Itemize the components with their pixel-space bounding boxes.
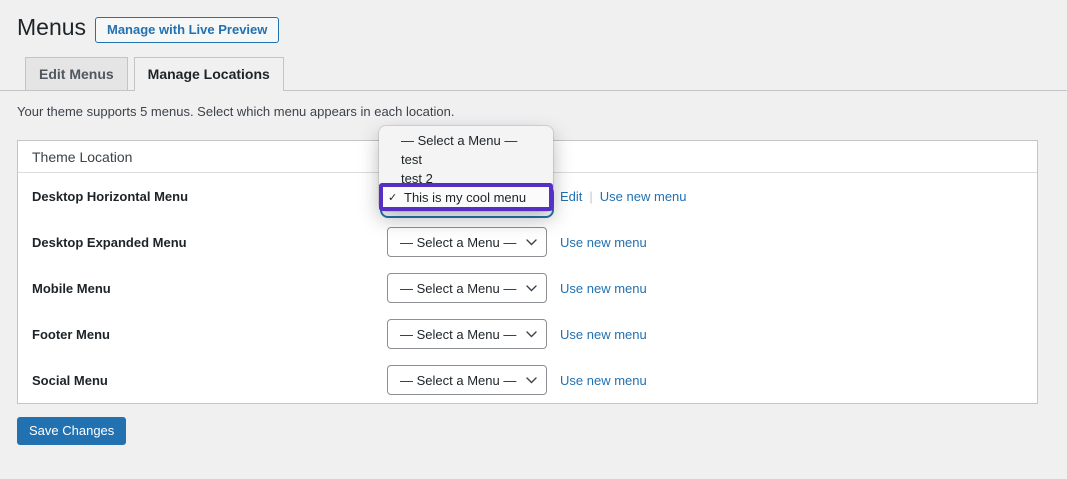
use-new-menu-link[interactable]: Use new menu: [560, 327, 647, 342]
menu-select[interactable]: — Select a Menu —: [387, 319, 547, 349]
checkmark-icon: ✓: [388, 191, 401, 204]
table-row: Desktop Horizontal Menu — Select a Menu …: [18, 173, 1037, 219]
menu-select[interactable]: — Select a Menu —: [387, 227, 547, 257]
chevron-down-icon: [526, 285, 537, 292]
menu-select[interactable]: — Select a Menu —: [387, 365, 547, 395]
select-value: — Select a Menu —: [400, 281, 516, 296]
use-new-menu-link[interactable]: Use new menu: [560, 373, 647, 388]
use-new-menu-link[interactable]: Use new menu: [560, 281, 647, 296]
location-label: Desktop Expanded Menu: [32, 235, 387, 250]
location-label: Social Menu: [32, 373, 387, 388]
menu-select-open-wrapper: — Select a Menu — test test 2 ✓ This is …: [387, 181, 547, 211]
tab-bar: Edit Menus Manage Locations: [25, 57, 284, 91]
location-label: Footer Menu: [32, 327, 387, 342]
table-row: Social Menu — Select a Menu — Use new me…: [18, 357, 1037, 403]
menu-dropdown-popup: — Select a Menu — test test 2 ✓ This is …: [379, 126, 553, 211]
dropdown-option[interactable]: — Select a Menu —: [379, 131, 553, 150]
select-value: — Select a Menu —: [400, 327, 516, 342]
table-row: Desktop Expanded Menu — Select a Menu — …: [18, 219, 1037, 265]
select-value: — Select a Menu —: [400, 373, 516, 388]
select-value: — Select a Menu —: [400, 235, 516, 250]
use-new-menu-link[interactable]: Use new menu: [560, 235, 647, 250]
theme-supports-description: Your theme supports 5 menus. Select whic…: [17, 104, 454, 119]
manage-live-preview-button[interactable]: Manage with Live Preview: [95, 17, 279, 43]
table-row: Footer Menu — Select a Menu — Use new me…: [18, 311, 1037, 357]
page-title: Menus: [17, 13, 86, 42]
tab-manage-locations[interactable]: Manage Locations: [134, 57, 284, 91]
menu-locations-table: Theme Location Desktop Horizontal Menu —…: [17, 140, 1038, 404]
chevron-down-icon: [526, 239, 537, 246]
chevron-down-icon: [526, 331, 537, 338]
use-new-menu-link[interactable]: Use new menu: [600, 189, 687, 204]
chevron-down-icon: [526, 377, 537, 384]
dropdown-option[interactable]: test: [379, 150, 553, 169]
menu-select[interactable]: — Select a Menu —: [387, 273, 547, 303]
location-label: Mobile Menu: [32, 281, 387, 296]
location-label: Desktop Horizontal Menu: [32, 189, 387, 204]
tab-edit-menus[interactable]: Edit Menus: [25, 57, 128, 91]
dropdown-selected-label: This is my cool menu: [404, 190, 526, 205]
save-changes-button[interactable]: Save Changes: [17, 417, 126, 445]
dropdown-option-selected[interactable]: ✓ This is my cool menu: [379, 183, 553, 211]
link-separator: |: [589, 189, 592, 204]
table-row: Mobile Menu — Select a Menu — Use new me…: [18, 265, 1037, 311]
edit-menu-link[interactable]: Edit: [560, 189, 582, 204]
